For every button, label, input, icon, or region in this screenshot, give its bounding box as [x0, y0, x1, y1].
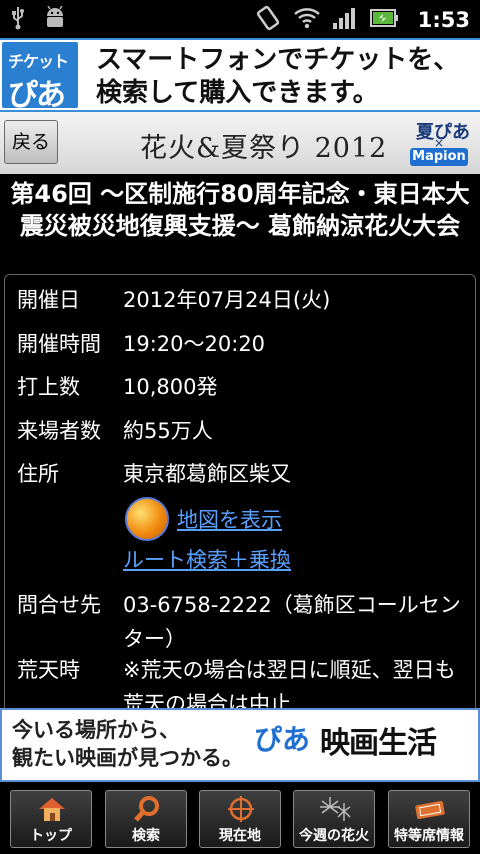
nav-seats-button[interactable]: 特等席情報	[388, 790, 470, 848]
wifi-icon	[293, 7, 320, 33]
rain-row: 荒天時 ※荒天の場合は翌日に順延、翌日も荒天の場合は中止	[17, 658, 456, 708]
pia-logo: ぴあ	[254, 723, 311, 756]
contact-row: 問合せ先 03-6758-2222（葛飾区コールセンター）	[17, 593, 461, 651]
ad-top-text: スマートフォンでチケットを、 検索して購入できます。	[96, 45, 460, 108]
eiga-seikatsu-title: 映画生活	[320, 726, 437, 761]
info-box: 開催日 2012年07月24日(火) 開催時間 19:20〜20:20 打上数 …	[4, 274, 476, 708]
route-link[interactable]: ルート検索＋乗換	[123, 543, 463, 577]
app-header: 戻る 花火&夏祭り 2012 夏ぴあ × Mapion	[0, 112, 480, 174]
nav-fireworks-button[interactable]: 今週の花火	[293, 790, 375, 848]
ad-bottom-text: 今いる場所から、 観たい映画が見つかる。	[12, 718, 243, 770]
clock: 1:53	[417, 8, 470, 32]
back-button[interactable]: 戻る	[4, 120, 58, 164]
signal-icon	[332, 7, 358, 33]
search-icon	[130, 795, 164, 823]
ticket-icon	[413, 795, 447, 823]
globe-icon[interactable]	[125, 497, 169, 541]
usb-icon	[10, 6, 26, 34]
ad-banner-top[interactable]: チケット ぴあ スマートフォンでチケットを、 検索して購入できます。	[0, 38, 480, 113]
natsupia-mapion-logo: 夏ぴあ × Mapion	[410, 118, 470, 168]
home-icon	[35, 795, 69, 823]
ad-banner-bottom[interactable]: 今いる場所から、 観たい映画が見つかる。 ぴあ 映画生活	[0, 708, 480, 782]
battery-icon	[369, 8, 400, 32]
crosshair-icon	[224, 795, 258, 823]
android-icon	[44, 5, 66, 34]
nav-search-button[interactable]: 検索	[105, 790, 187, 848]
page-title: 花火&夏祭り 2012	[140, 133, 388, 164]
ticket-pia-logo: チケット ぴあ	[2, 42, 78, 113]
map-link[interactable]: 地図を表示	[177, 503, 480, 537]
rotate-icon	[254, 4, 282, 36]
status-bar: 1:53	[0, 0, 480, 38]
map-row: 地図を表示	[17, 497, 467, 543]
event-title: 第46回 〜区制施行80周年記念・東日本大震災被災地復興支援〜 葛飾納涼花火大会	[10, 180, 470, 240]
fireworks-icon	[318, 795, 352, 823]
nav-location-button[interactable]: 現在地	[199, 790, 281, 848]
bottom-nav: トップ 検索 現在地 今週の花火 特等席情報	[0, 782, 480, 854]
nav-top-button[interactable]: トップ	[10, 790, 92, 848]
event-detail[interactable]: 第46回 〜区制施行80周年記念・東日本大震災被災地復興支援〜 葛飾納涼花火大会…	[0, 174, 480, 708]
